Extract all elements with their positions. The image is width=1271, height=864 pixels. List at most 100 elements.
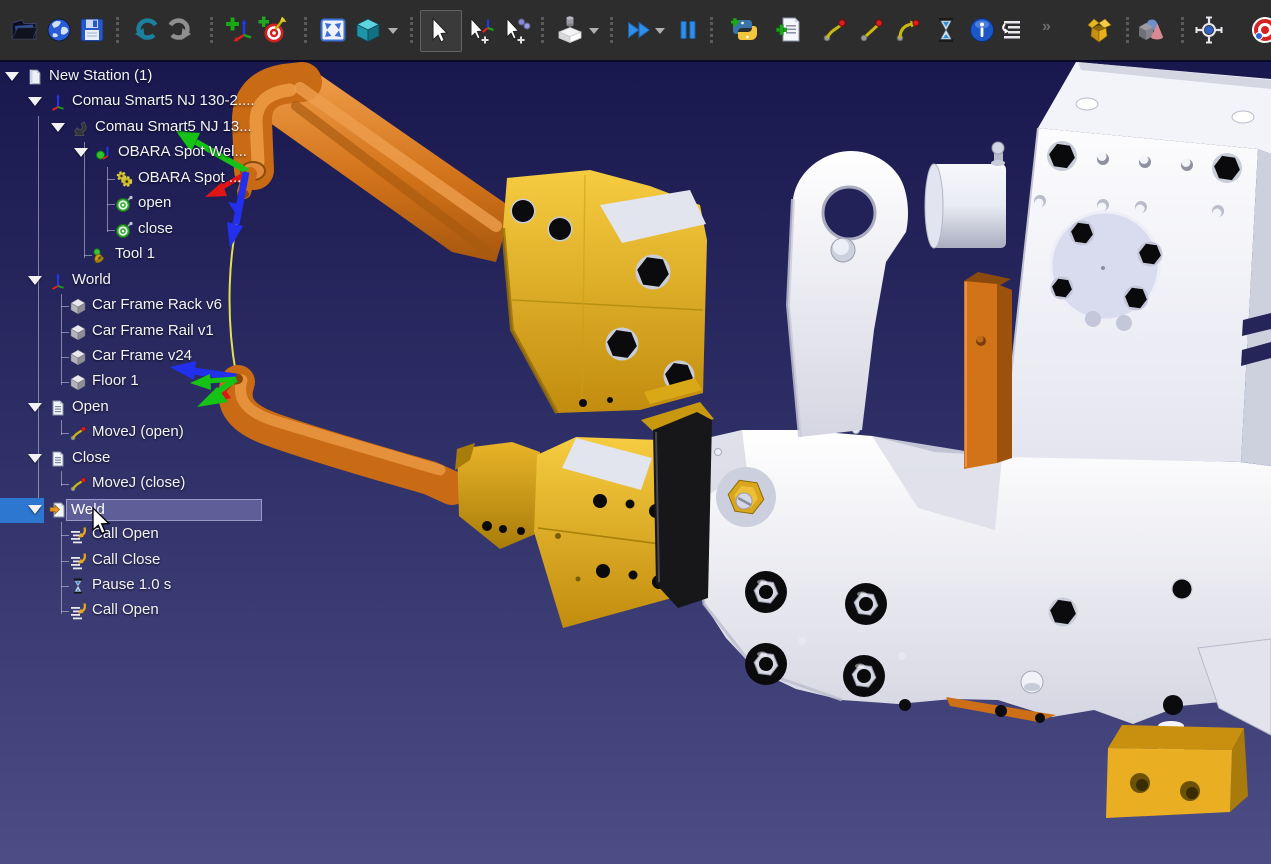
expander-triangle-icon[interactable] (5, 72, 19, 81)
fit-to-view-icon[interactable] (318, 15, 348, 45)
tree-item-label: Car Frame v24 (92, 347, 192, 364)
tree-item-call-close[interactable]: Call Close (0, 549, 290, 574)
tree-item-comau-smart5-nj-13[interactable]: Comau Smart5 NJ 13... (0, 116, 290, 141)
application-window: » New Station (1) Comau Smart5 NJ 130-2..… (0, 0, 1271, 864)
tree-item-label: Pause 1.0 s (92, 576, 171, 593)
dropdown-caret-icon[interactable] (388, 28, 398, 34)
expander-triangle-icon[interactable] (28, 276, 42, 285)
move-joint-cursor-icon[interactable] (501, 15, 531, 45)
online-library-icon[interactable] (44, 15, 74, 45)
movej-icon (69, 475, 87, 493)
toolbar-separator (304, 17, 307, 43)
pivot-bolt (716, 467, 776, 527)
movel-instruction-icon[interactable] (857, 15, 887, 45)
expander-triangle-icon[interactable] (28, 454, 42, 463)
pause-simulation-icon[interactable] (673, 15, 703, 45)
call-icon (69, 602, 87, 620)
save-station-icon[interactable] (77, 15, 107, 45)
tree-item-open[interactable]: Open (0, 396, 290, 421)
tree-item-open[interactable]: open (0, 192, 290, 217)
toolbar-separator (610, 17, 613, 43)
expander-triangle-icon[interactable] (28, 97, 42, 106)
tree-item-obara-spot[interactable]: OBARA Spot ... (0, 167, 290, 192)
tree-item-call-open[interactable]: Call Open (0, 523, 290, 548)
open-project-icon[interactable] (9, 15, 39, 45)
toolbar-separator (710, 17, 713, 43)
add-program-icon[interactable] (775, 15, 805, 45)
tree-item-label: Call Close (92, 551, 160, 568)
movej-instruction-icon[interactable] (820, 15, 850, 45)
tree-item-label: OBARA Spot Wel... (118, 143, 247, 160)
movec-instruction-icon[interactable] (893, 15, 923, 45)
expander-triangle-icon[interactable] (74, 148, 88, 157)
tree-item-new-station-1[interactable]: New Station (1) (0, 65, 290, 90)
expander-triangle-icon[interactable] (28, 505, 42, 514)
toolbar-overflow-chevron[interactable]: » (1042, 18, 1051, 36)
orange-mount-plate (964, 272, 1012, 469)
bottom-gold-block (1106, 721, 1248, 818)
tree-item-pause-1-0-s[interactable]: Pause 1.0 s (0, 574, 290, 599)
record-target-icon[interactable] (1250, 15, 1271, 45)
toolbar-separator (116, 17, 119, 43)
pause-instruction-icon[interactable] (931, 15, 961, 45)
tree-item-call-open[interactable]: Call Open (0, 599, 290, 624)
tree-item-obara-spot-wel[interactable]: OBARA Spot Wel... (0, 141, 290, 166)
tree-guide-stub (61, 306, 69, 307)
add-target-icon[interactable] (257, 15, 287, 45)
tree-guide-stub (107, 179, 115, 180)
isometric-view-icon[interactable] (353, 15, 383, 45)
instruction-list-icon[interactable] (998, 15, 1028, 45)
toolbar-separator (410, 17, 413, 43)
tree-item-label: Car Frame Rail v1 (92, 322, 214, 339)
add-python-program-icon[interactable] (730, 15, 760, 45)
tree-item-label: Open (72, 398, 109, 415)
tree-item-close[interactable]: Close (0, 447, 290, 472)
tree-item-world[interactable]: World (0, 269, 290, 294)
show-message-instruction-icon[interactable] (967, 15, 997, 45)
tree-item-car-frame-rail-v1[interactable]: Car Frame Rail v1 (0, 320, 290, 345)
tree-item-movej-close[interactable]: MoveJ (close) (0, 472, 290, 497)
cube-icon (69, 373, 87, 391)
dropdown-caret-icon[interactable] (589, 28, 599, 34)
tree-item-movej-open[interactable]: MoveJ (open) (0, 421, 290, 446)
program-icon (49, 450, 67, 468)
add-reference-frame-icon[interactable] (224, 15, 254, 45)
undo-icon[interactable] (132, 15, 162, 45)
tree-item-close[interactable]: close (0, 218, 290, 243)
tree-guide-stub (61, 535, 69, 536)
tree-item-tool-1[interactable]: Tool 1 (0, 243, 290, 268)
tree-item-label: Call Open (92, 601, 159, 618)
target-icon (115, 221, 133, 239)
tree-item-label: Tool 1 (115, 245, 155, 262)
tree-item-car-frame-rack-v6[interactable]: Car Frame Rack v6 (0, 294, 290, 319)
display-style-icon[interactable] (555, 15, 585, 45)
collision-shapes-icon[interactable] (1135, 15, 1165, 45)
program-icon (49, 399, 67, 417)
tree-item-car-frame-v24[interactable]: Car Frame v24 (0, 345, 290, 370)
run-simulation-fast-icon[interactable] (625, 15, 655, 45)
main-toolbar: » (0, 0, 1271, 62)
tree-item-weld[interactable]: Weld (0, 498, 290, 523)
expander-triangle-icon[interactable] (51, 123, 65, 132)
toolbar-separator (210, 17, 213, 43)
robot-icon (72, 119, 90, 137)
tree-item-label: New Station (1) (49, 67, 152, 84)
pause-icon (69, 577, 87, 595)
rename-edit-field[interactable]: Weld (66, 499, 262, 521)
tree-item-comau-smart5-nj-130-2[interactable]: Comau Smart5 NJ 130-2.... (0, 90, 290, 115)
move-reference-cursor-icon[interactable] (465, 15, 495, 45)
dropdown-caret-icon[interactable] (655, 28, 665, 34)
tree-guide-stub (61, 561, 69, 562)
tree-item-label: OBARA Spot ... (138, 169, 241, 186)
redo-icon[interactable] (164, 15, 194, 45)
tree-item-floor-1[interactable]: Floor 1 (0, 370, 290, 395)
station-reference-icon[interactable] (1194, 15, 1224, 45)
expander-triangle-icon[interactable] (28, 403, 42, 412)
tree-guide-stub (107, 230, 115, 231)
toolbar-separator (541, 17, 544, 43)
tree-item-label: Call Open (92, 525, 159, 542)
select-cursor-icon[interactable] (423, 15, 453, 45)
gun-actuator-box (1002, 62, 1271, 466)
tree-guide-stub (61, 357, 69, 358)
collision-map-icon[interactable] (1084, 15, 1114, 45)
